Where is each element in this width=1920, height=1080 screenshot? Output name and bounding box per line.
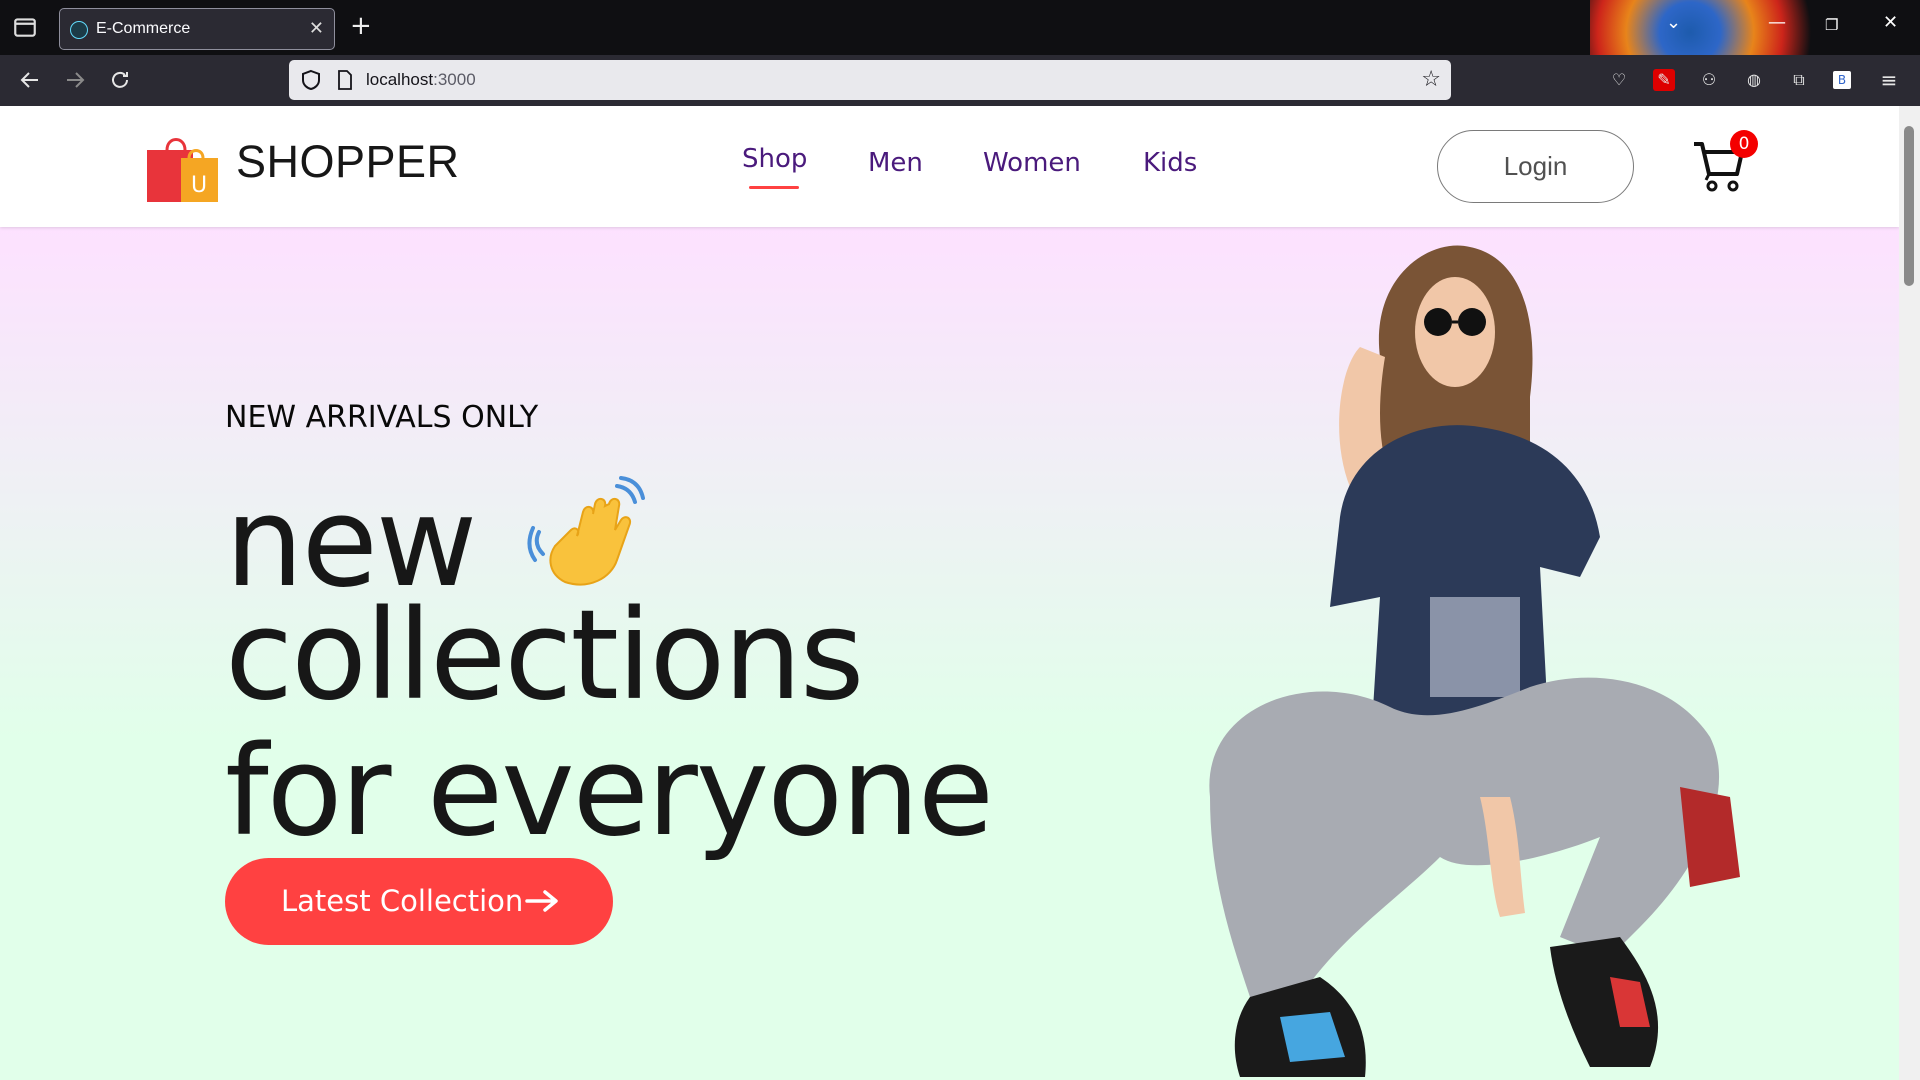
arrow-right-icon xyxy=(525,890,558,912)
bookmark-star-icon[interactable]: ☆ xyxy=(1421,67,1441,92)
new-tab-button[interactable]: + xyxy=(350,13,372,39)
tab-list-icon[interactable] xyxy=(12,14,38,40)
logo-text[interactable]: SHOPPER xyxy=(236,136,460,188)
close-window-button[interactable]: ✕ xyxy=(1883,12,1898,33)
waving-hand-icon xyxy=(527,476,645,586)
nav-women[interactable]: Women xyxy=(983,148,1081,178)
extension-red-icon[interactable]: ✎ xyxy=(1653,69,1675,91)
address-bar[interactable]: localhost:3000 ☆ xyxy=(289,60,1451,100)
scrollbar-thumb[interactable] xyxy=(1904,126,1914,286)
nav-kids[interactable]: Kids xyxy=(1143,148,1197,178)
cart-count-badge: 0 xyxy=(1730,130,1758,158)
browser-navbar: localhost:3000 ☆ ♡ ✎ ⚇ ◍ ⧉ B ≡ xyxy=(0,55,1920,106)
cta-label: Latest Collection xyxy=(281,884,524,918)
hero-section: NEW ARRIVALS ONLY new collections for ev… xyxy=(0,227,1899,1080)
hero-heading-line-3: for everyone xyxy=(225,720,994,864)
hero-model-image xyxy=(1209,245,1740,1077)
dropdown-chevron-icon[interactable]: ⌄ xyxy=(1666,12,1681,33)
hero-tagline: NEW ARRIVALS ONLY xyxy=(225,400,539,435)
shopping-bag-icon[interactable]: U xyxy=(145,132,220,204)
browser-tab[interactable]: E-Commerce ✕ xyxy=(59,8,335,50)
tab-close-button[interactable]: ✕ xyxy=(309,18,324,39)
restore-button[interactable]: ❐ xyxy=(1825,16,1838,34)
back-arrow-icon[interactable] xyxy=(18,68,42,92)
nav-shop[interactable]: Shop xyxy=(742,144,807,174)
url-port: :3000 xyxy=(433,70,476,89)
svg-text:U: U xyxy=(191,173,207,198)
site-header: U SHOPPER Shop Men Women Kids Login 0 xyxy=(0,106,1899,227)
active-nav-underline xyxy=(749,186,799,189)
minimize-button[interactable]: — xyxy=(1768,12,1786,33)
page: U SHOPPER Shop Men Women Kids Login 0 NE… xyxy=(0,106,1899,1080)
url-text[interactable]: localhost:3000 xyxy=(366,70,476,90)
menu-icon[interactable]: ≡ xyxy=(1878,69,1900,91)
account-icon[interactable]: ⚇ xyxy=(1698,69,1720,91)
hero-heading-line-2: collections xyxy=(225,584,865,728)
extension-b-icon[interactable]: B xyxy=(1833,71,1851,89)
login-button[interactable]: Login xyxy=(1437,130,1634,203)
url-host: localhost xyxy=(366,70,434,89)
latest-collection-button[interactable]: Latest Collection xyxy=(225,858,613,945)
nav-men[interactable]: Men xyxy=(868,148,923,178)
reload-icon[interactable] xyxy=(108,68,132,92)
extension-icon[interactable]: ⧉ xyxy=(1788,69,1810,91)
tab-title: E-Commerce xyxy=(96,20,191,37)
globe-icon[interactable]: ◍ xyxy=(1743,69,1765,91)
pocket-icon[interactable]: ♡ xyxy=(1608,69,1630,91)
react-favicon-icon xyxy=(70,21,88,39)
page-icon[interactable] xyxy=(337,70,353,90)
shield-icon[interactable] xyxy=(301,69,321,91)
forward-arrow-icon[interactable] xyxy=(63,68,87,92)
browser-titlebar: E-Commerce ✕ + ⌄ — ❐ ✕ xyxy=(0,0,1920,108)
